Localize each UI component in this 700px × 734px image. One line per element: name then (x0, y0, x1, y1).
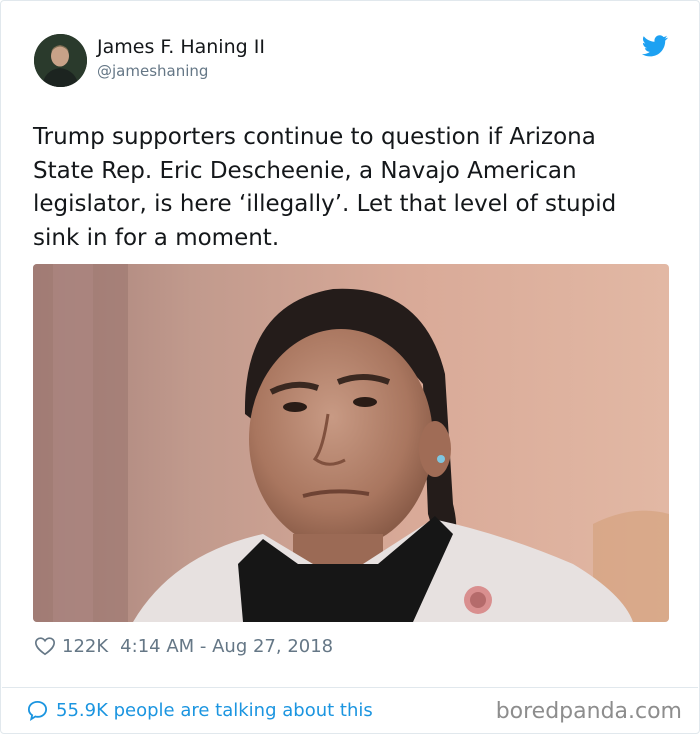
watermark: boredpanda.com (495, 699, 682, 724)
tweet-card: James F. Haning II @jameshaning Trump su… (0, 0, 700, 734)
portrait-photo (33, 264, 669, 622)
author-display-name[interactable]: James F. Haning II (97, 36, 265, 58)
twitter-bird-icon[interactable] (642, 35, 668, 57)
tweet-text: Trump supporters continue to question if… (33, 124, 617, 251)
talking-count-text: 55.9K people are talking about this (56, 699, 373, 721)
author-avatar[interactable] (34, 34, 87, 87)
heart-icon[interactable] (34, 635, 56, 657)
conversation-link[interactable]: 55.9K people are talking about this (26, 698, 373, 722)
avatar-photo (34, 34, 87, 87)
tweet-timestamp[interactable]: 4:14 AM - Aug 27, 2018 (120, 636, 333, 657)
comment-bubble-icon (27, 700, 48, 721)
tweet-photo[interactable] (33, 264, 669, 622)
author-handle[interactable]: @jameshaning (97, 62, 208, 80)
tweet-meta: 122K 4:14 AM - Aug 27, 2018 (34, 634, 333, 658)
divider (2, 687, 698, 688)
like-count[interactable]: 122K (62, 636, 108, 657)
